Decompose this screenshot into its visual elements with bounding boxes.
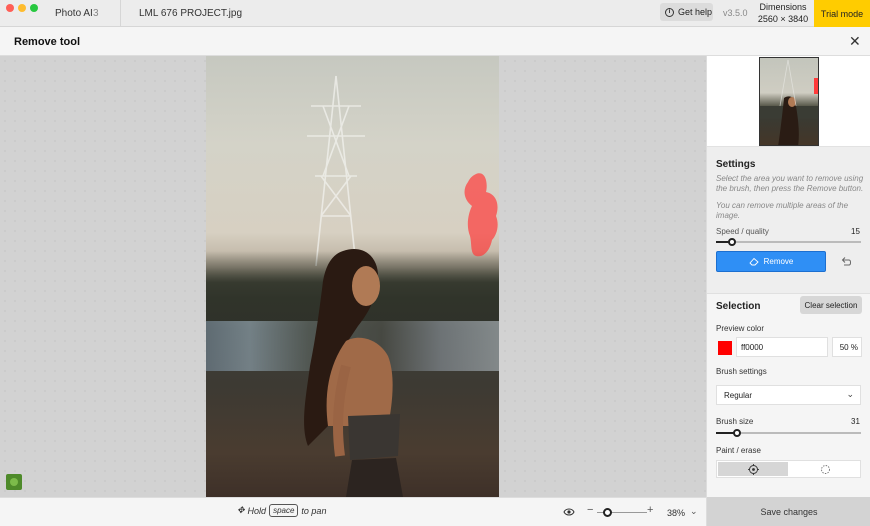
zoom-percent: 38% — [667, 508, 686, 518]
eraser-icon — [748, 257, 759, 266]
speed-quality-label: Speed / quality — [716, 227, 769, 236]
remove-button[interactable]: Remove — [716, 251, 826, 272]
pan-hint: ✥ Hold space to pan — [237, 504, 326, 517]
chevron-down-icon[interactable]: ⌄ — [690, 506, 698, 517]
right-panel: Settings Select the area you want to rem… — [706, 56, 870, 526]
zoom-slider-thumb[interactable] — [602, 508, 612, 517]
brush-mode-select[interactable]: Regular ⌄ — [716, 385, 861, 405]
chevron-down-icon: ⌄ — [846, 389, 854, 399]
speed-quality-track[interactable] — [716, 241, 861, 243]
preview-opacity-input[interactable]: 50 % — [832, 337, 862, 357]
window-minimize-button[interactable] — [18, 4, 26, 12]
settings-description: Select the area you want to remove using… — [716, 174, 864, 193]
zoom-in-icon[interactable]: + — [647, 505, 653, 516]
remove-button-label: Remove — [763, 257, 794, 266]
preview-opacity-unit: % — [850, 343, 858, 352]
speed-quality-value: 15 — [851, 227, 860, 236]
zoom-out-icon[interactable]: − — [587, 505, 593, 516]
pan-hint-to-pan: to pan — [301, 505, 327, 516]
brush-size-thumb[interactable] — [733, 429, 741, 437]
settings-title: Settings — [716, 159, 756, 170]
photo[interactable] — [206, 56, 499, 497]
window-zoom-button[interactable] — [30, 4, 38, 12]
clear-selection-button[interactable]: Clear selection — [800, 296, 862, 314]
info-icon: i — [665, 7, 674, 17]
preview-opacity-value: 50 — [839, 343, 849, 352]
undo-icon[interactable] — [840, 255, 852, 267]
selection-title: Selection — [716, 301, 761, 312]
woman-silhouette — [304, 249, 403, 497]
tool-title: Remove tool — [14, 36, 81, 48]
paint-erase-label: Paint / erase — [716, 446, 761, 455]
app-name: Photo AI — [55, 8, 93, 19]
selection-mask — [464, 173, 498, 257]
settings-section: Settings Select the area you want to rem… — [707, 147, 870, 294]
app-major-version: 3 — [93, 8, 99, 19]
brush-settings-label: Brush settings — [716, 367, 767, 376]
image-canvas[interactable] — [0, 56, 706, 497]
window-close-button[interactable] — [6, 4, 14, 12]
settings-description-2: You can remove multiple areas of the ima… — [716, 201, 849, 220]
preview-color-swatch[interactable] — [718, 341, 732, 355]
brush-size-value: 31 — [851, 417, 860, 426]
navigator-thumbnail[interactable] — [759, 57, 819, 146]
get-help-label: Get help — [678, 7, 713, 17]
brush-size-label: Brush size — [716, 417, 754, 426]
dimensions-value: 2560 × 3840 — [757, 14, 809, 24]
divider — [120, 0, 121, 27]
dimensions: Dimensions 2560 × 3840 — [756, 1, 810, 25]
preview-color-hex-input[interactable]: ff0000 — [736, 337, 828, 357]
move-icon: ✥ — [237, 505, 245, 515]
file-name: LML 676 PROJECT.jpg — [139, 8, 243, 19]
thumbnail-art — [760, 59, 818, 145]
space-key-badge: space — [269, 504, 299, 517]
pan-hint-hold: Hold — [247, 505, 267, 516]
paint-brush-icon — [747, 463, 759, 475]
erase-brush-icon — [820, 464, 830, 474]
bottom-bar: ✥ Hold space to pan − + 38% ⌄ — [0, 497, 706, 526]
save-changes-button[interactable]: Save changes — [707, 497, 870, 526]
trial-mode-button[interactable]: Trial mode — [814, 0, 870, 27]
erase-mode-button[interactable] — [790, 462, 860, 476]
close-icon[interactable]: ✕ — [849, 34, 861, 48]
eye-icon[interactable] — [563, 507, 575, 517]
tool-header: Remove tool ✕ — [0, 27, 870, 56]
version-label: v3.5.0 — [723, 8, 748, 18]
navigator — [707, 56, 870, 147]
dimensions-label: Dimensions — [759, 2, 807, 12]
paint-mode-button[interactable] — [718, 462, 788, 476]
speed-quality-thumb[interactable] — [728, 238, 736, 246]
brush-mode-value: Regular — [724, 391, 753, 400]
get-help-button[interactable]: i Get help — [660, 3, 713, 21]
navigator-chip[interactable] — [6, 474, 22, 490]
title-bar: Photo AI 3 LML 676 PROJECT.jpg i Get hel… — [0, 0, 870, 27]
paint-erase-toggle — [716, 460, 861, 478]
preview-color-label: Preview color — [716, 324, 765, 333]
power-tower — [307, 75, 365, 266]
